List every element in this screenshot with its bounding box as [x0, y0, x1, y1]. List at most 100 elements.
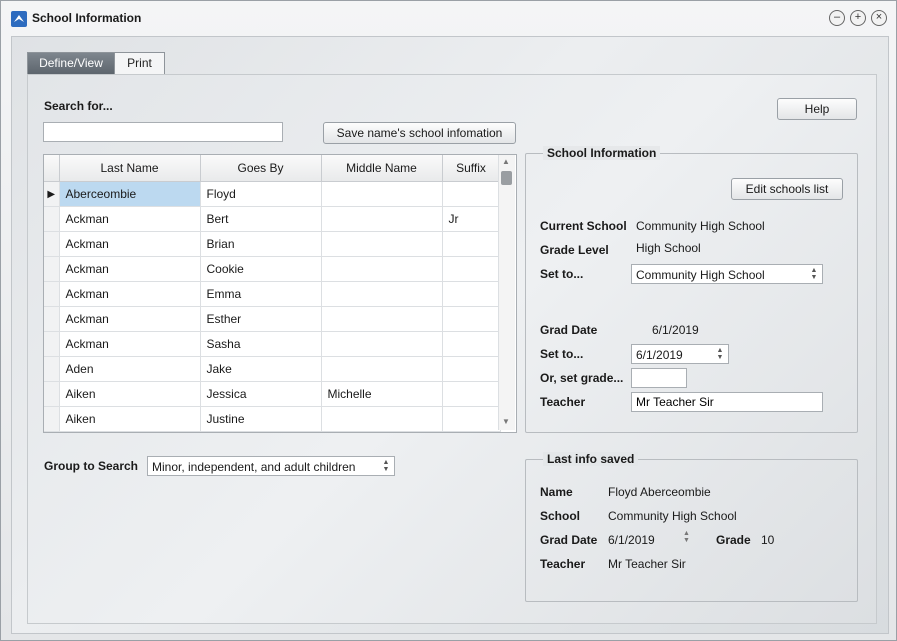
maximize-icon[interactable]: +: [850, 10, 866, 26]
cell-middle-name[interactable]: [321, 231, 443, 257]
cell-middle-name[interactable]: [321, 281, 443, 307]
scroll-down-arrow-icon[interactable]: ▼: [502, 417, 510, 426]
row-header[interactable]: [44, 306, 60, 332]
saved-name-label: Name: [540, 485, 573, 499]
table-row[interactable]: Ackman Cookie: [44, 256, 501, 282]
students-table[interactable]: Last Name Goes By Middle Name Suffix ▶ A…: [43, 154, 517, 433]
column-header-goes-by[interactable]: Goes By: [200, 155, 322, 182]
cell-goes-by[interactable]: Jake: [200, 356, 322, 382]
cell-goes-by[interactable]: Cookie: [200, 256, 322, 282]
spinner-arrows-icon[interactable]: ▲ ▼: [808, 267, 820, 281]
row-header[interactable]: [44, 231, 60, 257]
cell-goes-by[interactable]: Sasha: [200, 331, 322, 357]
column-header-middle-name[interactable]: Middle Name: [321, 155, 443, 182]
cell-suffix[interactable]: [442, 181, 501, 207]
saved-teacher-value: Mr Teacher Sir: [608, 557, 686, 571]
cell-goes-by[interactable]: Brian: [200, 231, 322, 257]
cell-suffix[interactable]: [442, 306, 501, 332]
window: School Information – + × Define/View Pri…: [0, 0, 897, 641]
table-row[interactable]: Ackman Esther: [44, 306, 501, 332]
grad-date-input-value: 6/1/2019: [636, 348, 683, 362]
cell-last-name[interactable]: Ackman: [59, 256, 201, 282]
cell-last-name[interactable]: Aiken: [59, 406, 201, 432]
grad-date-input[interactable]: 6/1/2019 ▲ ▼: [631, 344, 729, 364]
cell-middle-name[interactable]: [321, 331, 443, 357]
group-to-search-select[interactable]: Minor, independent, and adult children ▲…: [147, 456, 395, 476]
cell-last-name[interactable]: Ackman: [59, 306, 201, 332]
school-select[interactable]: Community High School ▲ ▼: [631, 264, 823, 284]
scroll-up-arrow-icon[interactable]: ▲: [502, 157, 510, 166]
saved-grad-date-label: Grad Date: [540, 533, 598, 547]
saved-grad-date-value: 6/1/2019: [608, 533, 655, 547]
table-row[interactable]: Ackman Sasha: [44, 331, 501, 357]
table-row[interactable]: ▶ Aberceombie Floyd: [44, 181, 501, 207]
table-row[interactable]: Aden Jake: [44, 356, 501, 382]
row-header[interactable]: [44, 381, 60, 407]
row-header[interactable]: [44, 256, 60, 282]
cell-goes-by[interactable]: Jessica: [200, 381, 322, 407]
minimize-icon[interactable]: –: [829, 10, 845, 26]
saved-grade-label: Grade: [716, 533, 751, 547]
column-header-suffix[interactable]: Suffix: [442, 155, 501, 182]
search-label: Search for...: [44, 99, 113, 113]
edit-schools-list-button[interactable]: Edit schools list: [731, 178, 843, 200]
cell-middle-name[interactable]: [321, 256, 443, 282]
group-to-search-value: Minor, independent, and adult children: [152, 460, 356, 474]
cell-last-name[interactable]: Aiken: [59, 381, 201, 407]
cell-suffix[interactable]: [442, 281, 501, 307]
spinner-arrows-icon[interactable]: ▲ ▼: [380, 459, 392, 473]
spinner-arrows-icon[interactable]: ▲ ▼: [714, 347, 726, 361]
cell-suffix[interactable]: [442, 356, 501, 382]
cell-suffix[interactable]: Jr: [442, 206, 501, 232]
cell-middle-name[interactable]: [321, 356, 443, 382]
cell-middle-name[interactable]: [321, 306, 443, 332]
saved-teacher-label: Teacher: [540, 557, 586, 571]
close-icon[interactable]: ×: [871, 10, 887, 26]
cell-goes-by[interactable]: Emma: [200, 281, 322, 307]
table-row[interactable]: Ackman Emma: [44, 281, 501, 307]
cell-goes-by[interactable]: Esther: [200, 306, 322, 332]
cell-last-name[interactable]: Ackman: [59, 281, 201, 307]
table-row[interactable]: Aiken Jessica Michelle: [44, 381, 501, 407]
table-scrollbar[interactable]: ▲ ▼: [498, 155, 515, 430]
set-school-label: Set to...: [540, 267, 584, 281]
tab-print[interactable]: Print: [114, 52, 165, 75]
row-header[interactable]: [44, 206, 60, 232]
grade-input[interactable]: [631, 368, 687, 388]
tab-define-view[interactable]: Define/View: [27, 52, 115, 75]
cell-last-name[interactable]: Ackman: [59, 231, 201, 257]
cell-goes-by[interactable]: Bert: [200, 206, 322, 232]
cell-suffix[interactable]: [442, 231, 501, 257]
row-header[interactable]: [44, 281, 60, 307]
cell-suffix[interactable]: [442, 406, 501, 432]
cell-goes-by[interactable]: Justine: [200, 406, 322, 432]
cell-last-name[interactable]: Ackman: [59, 206, 201, 232]
cell-middle-name[interactable]: Michelle: [321, 381, 443, 407]
row-header-corner: [44, 155, 60, 182]
cell-middle-name[interactable]: [321, 181, 443, 207]
cell-suffix[interactable]: [442, 331, 501, 357]
cell-middle-name[interactable]: [321, 206, 443, 232]
row-header[interactable]: [44, 331, 60, 357]
cell-suffix[interactable]: [442, 256, 501, 282]
column-header-last-name[interactable]: Last Name: [59, 155, 201, 182]
help-button[interactable]: Help: [777, 98, 857, 120]
scrollbar-thumb[interactable]: [501, 171, 512, 185]
cell-last-name[interactable]: Aden: [59, 356, 201, 382]
cell-suffix[interactable]: [442, 381, 501, 407]
search-input[interactable]: [43, 122, 283, 142]
row-header[interactable]: [44, 406, 60, 432]
save-school-info-button[interactable]: Save name's school infomation: [323, 122, 516, 144]
cell-middle-name[interactable]: [321, 406, 443, 432]
table-row[interactable]: Ackman Brian: [44, 231, 501, 257]
cell-last-name[interactable]: Aberceombie: [59, 181, 201, 207]
teacher-input[interactable]: [631, 392, 823, 412]
cell-last-name[interactable]: Ackman: [59, 331, 201, 357]
row-header[interactable]: [44, 356, 60, 382]
cell-goes-by[interactable]: Floyd: [200, 181, 322, 207]
table-header-row: Last Name Goes By Middle Name Suffix: [44, 155, 501, 182]
or-set-grade-label: Or, set grade...: [540, 371, 624, 385]
window-title: School Information: [32, 11, 142, 25]
table-row[interactable]: Aiken Justine: [44, 406, 501, 432]
table-row[interactable]: Ackman Bert Jr: [44, 206, 501, 232]
